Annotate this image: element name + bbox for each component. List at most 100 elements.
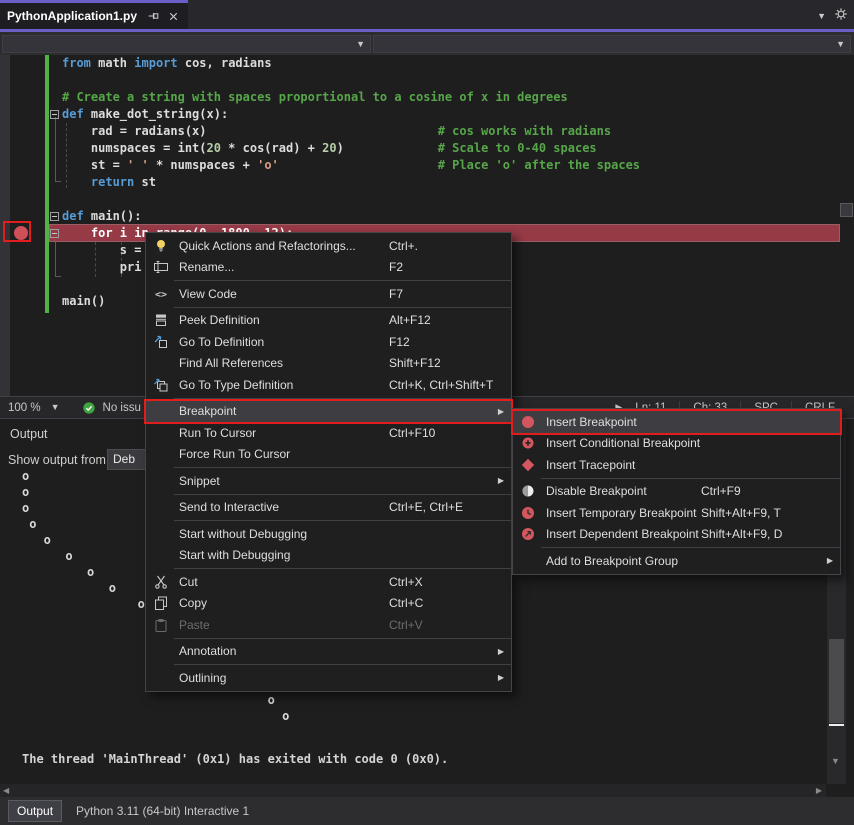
no-issues-check-icon (82, 401, 96, 415)
menu-item-shortcut: Shift+F12 (389, 356, 441, 370)
code-line[interactable]: # Create a string with spaces proportion… (62, 89, 568, 106)
menu-separator (174, 664, 511, 665)
menu-item-breakpoint[interactable]: Breakpoint▶ (146, 401, 511, 423)
pin-icon[interactable] (145, 8, 161, 24)
outline-line (55, 117, 56, 181)
menu-item-insert-temporary-breakpoint[interactable]: Insert Temporary BreakpointShift+Alt+F9,… (513, 502, 840, 524)
menu-item-label: Cut (179, 575, 198, 589)
editor-scrollbar-thumb[interactable] (840, 203, 853, 217)
gear-icon[interactable] (834, 7, 848, 26)
go-to-type-definition-icon (151, 377, 171, 393)
menu-separator (541, 478, 840, 479)
document-tab-bar: PythonApplication1.py ▼ (0, 0, 854, 29)
submenu-arrow-icon: ▶ (498, 408, 504, 416)
submenu-arrow-icon: ▶ (827, 557, 833, 565)
submenu-arrow-icon: ▶ (498, 477, 504, 485)
code-line[interactable]: s = (62, 242, 141, 259)
code-line[interactable]: from math import cos, radians (62, 55, 272, 72)
outline-line (55, 236, 56, 276)
menu-item-go-to-definition[interactable]: Go To DefinitionF12 (146, 331, 511, 353)
menu-item-force-run-to-cursor[interactable]: Force Run To Cursor (146, 444, 511, 466)
menu-item-label: Insert Dependent Breakpoint (546, 527, 699, 541)
menu-separator (174, 280, 511, 281)
menu-item-label: Insert Breakpoint (546, 415, 637, 429)
menu-item-shortcut: Ctrl+E, Ctrl+E (389, 500, 463, 514)
menu-item-insert-breakpoint[interactable]: Insert Breakpoint (513, 411, 840, 433)
menu-item-label: Quick Actions and Refactorings... (179, 239, 356, 253)
submenu-arrow-icon: ▶ (498, 648, 504, 656)
menu-item-label: Send to Interactive (179, 500, 279, 514)
code-line[interactable]: def make_dot_string(x): (62, 106, 228, 123)
temporary-breakpoint-icon (518, 505, 538, 521)
menu-item-shortcut: Alt+F12 (389, 313, 431, 327)
menu-item-snippet[interactable]: Snippet▶ (146, 470, 511, 492)
menu-item-label: Insert Tracepoint (546, 458, 635, 472)
panel-tab-bar: Output Python 3.11 (64-bit) Interactive … (0, 797, 854, 825)
menu-item-paste[interactable]: PasteCtrl+V (146, 614, 511, 636)
window-dropdown-icon[interactable]: ▼ (817, 12, 826, 21)
menu-item-label: Start without Debugging (179, 527, 307, 541)
lightbulb-icon (151, 238, 171, 254)
output-horizontal-scrollbar[interactable]: ◀ ▶ (0, 784, 826, 798)
menu-item-rename[interactable]: Rename...F2 (146, 257, 511, 279)
menu-item-insert-dependent-breakpoint[interactable]: Insert Dependent BreakpointShift+Alt+F9,… (513, 524, 840, 546)
code-line[interactable]: pri (62, 259, 141, 276)
project-dropdown[interactable]: ▼ (2, 35, 371, 53)
change-tracking-bar (45, 55, 49, 313)
menu-item-start-without-debugging[interactable]: Start without Debugging (146, 523, 511, 545)
code-line[interactable]: numspaces = int(20 * cos(rad) + 20) # Sc… (62, 140, 597, 157)
code-line[interactable]: def main(): (62, 208, 141, 225)
menu-item-shortcut: Ctrl+K, Ctrl+Shift+T (389, 378, 493, 392)
tab-pythonapplication1[interactable]: PythonApplication1.py (0, 0, 188, 29)
menu-item-view-code[interactable]: <>View CodeF7 (146, 283, 511, 305)
zoom-level[interactable]: 100 % (8, 402, 41, 414)
output-source-dropdown[interactable]: Deb (107, 449, 149, 470)
menu-item-label: Run To Cursor (179, 426, 256, 440)
cut-icon (151, 574, 171, 590)
menu-item-label: Outlining (179, 671, 226, 685)
tracepoint-icon (518, 457, 538, 473)
menu-separator (174, 467, 511, 468)
menu-item-insert-conditional-breakpoint[interactable]: Insert Conditional Breakpoint (513, 433, 840, 455)
menu-item-quick-actions-and-refactorings[interactable]: Quick Actions and Refactorings...Ctrl+. (146, 235, 511, 257)
code-line[interactable]: rad = radians(x) # cos works with radian… (62, 123, 611, 140)
menu-item-start-with-debugging[interactable]: Start with Debugging (146, 545, 511, 567)
menu-item-label: Rename... (179, 260, 234, 274)
scroll-left-icon[interactable]: ◀ (3, 786, 9, 795)
tab-output[interactable]: Output (8, 800, 62, 822)
member-dropdown[interactable]: ▼ (373, 35, 851, 53)
code-line[interactable]: st = ' ' * numspaces + 'o' # Place 'o' a… (62, 157, 640, 174)
menu-separator (174, 398, 511, 399)
fold-collapse-marker[interactable] (50, 229, 59, 238)
chevron-down-icon[interactable]: ▼ (51, 403, 60, 412)
menu-separator (174, 520, 511, 521)
menu-item-annotation[interactable]: Annotation▶ (146, 641, 511, 663)
menu-item-disable-breakpoint[interactable]: Disable BreakpointCtrl+F9 (513, 481, 840, 503)
close-icon[interactable] (165, 8, 181, 24)
menu-item-outlining[interactable]: Outlining▶ (146, 667, 511, 689)
menu-item-copy[interactable]: CopyCtrl+C (146, 593, 511, 615)
breakpoint-submenu: Insert Breakpoint Insert Conditional Brea… (512, 408, 841, 575)
conditional-breakpoint-icon (518, 435, 538, 451)
scrollbar-thumb[interactable] (829, 639, 844, 723)
menu-item-cut[interactable]: CutCtrl+X (146, 571, 511, 593)
paste-icon (151, 617, 171, 633)
menu-item-go-to-type-definition[interactable]: Go To Type DefinitionCtrl+K, Ctrl+Shift+… (146, 374, 511, 396)
visual-studio-window: PythonApplication1.py ▼ ▼ ▼ (0, 0, 854, 825)
menu-item-peek-definition[interactable]: Peek Definition Alt+F12 (146, 310, 511, 332)
outline-line (55, 181, 61, 182)
menu-item-add-to-breakpoint-group[interactable]: Add to Breakpoint Group▶ (513, 550, 840, 572)
menu-item-find-all-references[interactable]: Find All ReferencesShift+F12 (146, 353, 511, 375)
menu-item-send-to-interactive[interactable]: Send to Interactive Ctrl+E, Ctrl+E (146, 497, 511, 519)
fold-collapse-marker[interactable] (50, 212, 59, 221)
menu-item-shortcut: Ctrl+F10 (389, 426, 435, 440)
menu-item-insert-tracepoint[interactable]: Insert Tracepoint (513, 454, 840, 476)
code-line[interactable]: return st (62, 174, 156, 191)
code-line[interactable]: main() (62, 293, 105, 310)
menu-item-run-to-cursor[interactable]: Run To Cursor Ctrl+F10 (146, 422, 511, 444)
fold-collapse-marker[interactable] (50, 110, 59, 119)
scroll-down-icon[interactable]: ▼ (831, 757, 840, 766)
tab-python-interactive[interactable]: Python 3.11 (64-bit) Interactive 1 (76, 800, 249, 822)
menu-item-label: Peek Definition (179, 313, 260, 327)
scroll-right-icon[interactable]: ▶ (816, 786, 822, 795)
